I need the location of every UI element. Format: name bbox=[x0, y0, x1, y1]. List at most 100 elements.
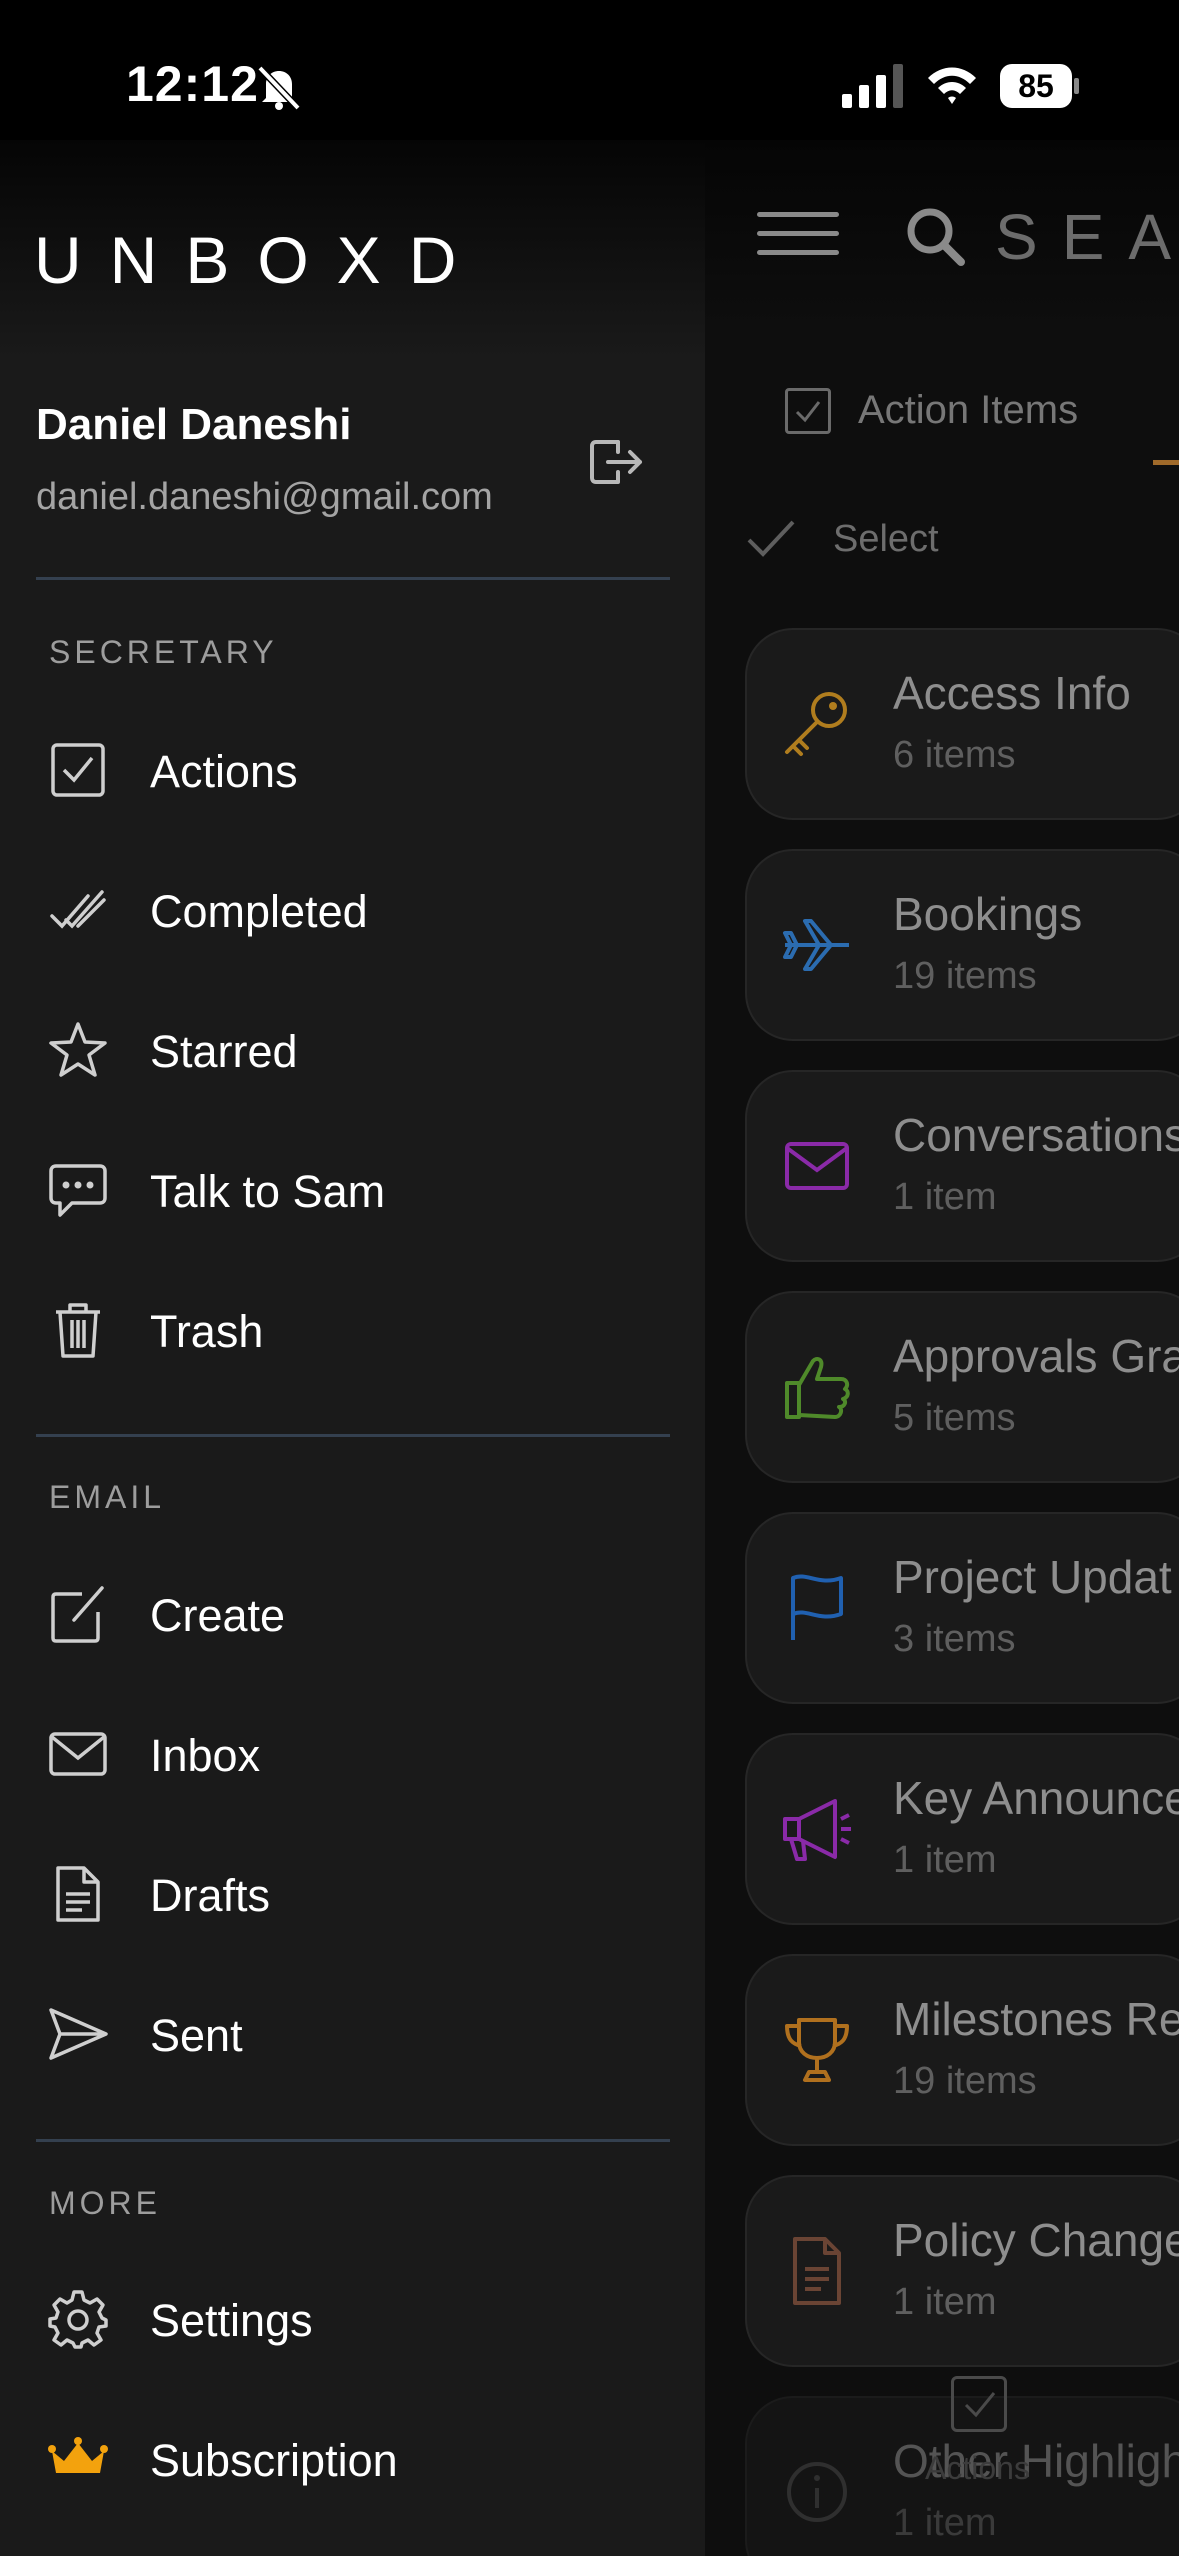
star-icon bbox=[49, 1022, 107, 1077]
category-card[interactable]: Key Announce 1 item bbox=[745, 1733, 1179, 1925]
status-time: 12:12 bbox=[126, 56, 259, 112]
trash-icon bbox=[56, 1303, 100, 1358]
nav-item-label: Create bbox=[150, 1590, 286, 1641]
nav-item-label: Trash bbox=[150, 1306, 264, 1357]
nav-item-label: Talk to Sam bbox=[150, 1166, 386, 1217]
checkbox-icon bbox=[951, 2376, 1007, 2432]
category-card[interactable]: Conversations 1 item bbox=[745, 1070, 1179, 1262]
search-input[interactable]: SEA bbox=[995, 200, 1179, 274]
nav-item-starred[interactable]: Starred bbox=[0, 990, 705, 1110]
divider bbox=[36, 2139, 670, 2142]
divider bbox=[36, 577, 670, 580]
info-icon bbox=[787, 2462, 847, 2522]
flag-icon bbox=[791, 1574, 843, 1640]
cellular-signal-icon bbox=[842, 64, 903, 108]
nav-item-talk-to-sam[interactable]: Talk to Sam bbox=[0, 1130, 705, 1250]
nav-item-label: Completed bbox=[150, 886, 368, 937]
key-icon bbox=[785, 692, 847, 756]
card-count: 19 items bbox=[893, 2060, 1037, 2102]
main-content: SEA Action Items Select Access Info 6 it… bbox=[705, 0, 1179, 2556]
card-count: 5 items bbox=[893, 1397, 1016, 1439]
search-icon[interactable] bbox=[905, 206, 967, 268]
card-count: 1 item bbox=[893, 2502, 997, 2544]
tab-underline bbox=[1153, 460, 1179, 465]
nav-item-drafts[interactable]: Drafts bbox=[0, 1834, 705, 1954]
nav-item-label: Sent bbox=[150, 2010, 243, 2061]
divider bbox=[36, 1434, 670, 1437]
nav-item-label: Subscription bbox=[150, 2435, 398, 2486]
navigation-drawer: UNBOXD Daniel Daneshi daniel.daneshi@gma… bbox=[0, 0, 705, 2556]
crown-icon bbox=[48, 2437, 108, 2473]
envelope-icon bbox=[785, 1142, 849, 1190]
card-title: Approvals Gra bbox=[893, 1330, 1179, 1382]
nav-item-sent[interactable]: Sent bbox=[0, 1974, 705, 2094]
nav-item-settings[interactable]: Settings bbox=[0, 2259, 705, 2379]
bottom-nav-actions[interactable]: Actions bbox=[905, 2370, 1105, 2490]
airplane-icon bbox=[783, 919, 849, 971]
envelope-icon bbox=[49, 1732, 107, 1776]
send-icon bbox=[49, 2008, 108, 2060]
main-header: SEA bbox=[705, 140, 1179, 330]
document-icon bbox=[56, 1866, 100, 1922]
category-card[interactable]: Access Info 6 items bbox=[745, 628, 1179, 820]
card-count: 1 item bbox=[893, 1176, 997, 1218]
card-title: Key Announce bbox=[893, 1772, 1179, 1824]
checkbox-icon bbox=[785, 388, 831, 434]
section-label-more: MORE bbox=[49, 2185, 161, 2221]
user-email: daniel.daneshi@gmail.com bbox=[36, 476, 493, 518]
menu-icon[interactable] bbox=[757, 212, 839, 262]
compose-icon bbox=[51, 1586, 104, 1643]
card-count: 1 item bbox=[893, 1839, 997, 1881]
card-count: 3 items bbox=[893, 1618, 1016, 1660]
nav-item-inbox[interactable]: Inbox bbox=[0, 1694, 705, 1814]
checkmark-icon bbox=[747, 520, 795, 557]
document-icon bbox=[793, 2237, 841, 2305]
wifi-icon bbox=[928, 67, 976, 104]
megaphone-icon bbox=[783, 1799, 851, 1861]
card-count: 6 items bbox=[893, 734, 1016, 776]
card-count: 19 items bbox=[893, 955, 1037, 997]
card-title: Project Updat bbox=[893, 1551, 1172, 1603]
battery-level: 85 bbox=[1000, 64, 1072, 108]
category-card[interactable]: Policy Change 1 item bbox=[745, 2175, 1179, 2367]
nav-item-completed[interactable]: Completed bbox=[0, 850, 705, 970]
card-title: Policy Change bbox=[893, 2214, 1179, 2266]
chat-bubble-icon bbox=[49, 1164, 107, 1217]
nav-item-trash[interactable]: Trash bbox=[0, 1270, 705, 1390]
tab-label: Action Items bbox=[858, 388, 1079, 432]
card-title: Conversations bbox=[893, 1109, 1179, 1161]
nav-item-create[interactable]: Create bbox=[0, 1554, 705, 1674]
battery-indicator: 85 bbox=[1000, 64, 1080, 108]
card-count: 1 item bbox=[893, 2281, 997, 2323]
nav-item-subscription[interactable]: Subscription bbox=[0, 2399, 705, 2519]
card-title: Milestones Re bbox=[893, 1993, 1179, 2045]
nav-item-label: Actions bbox=[150, 746, 298, 797]
section-label-secretary: SECRETARY bbox=[49, 634, 278, 670]
bell-muted-icon bbox=[257, 65, 301, 111]
nav-item-label: Drafts bbox=[150, 1870, 271, 1921]
category-card[interactable]: Milestones Re 19 items bbox=[745, 1954, 1179, 2146]
section-label-email: EMAIL bbox=[49, 1479, 166, 1515]
gear-icon bbox=[48, 2290, 108, 2349]
status-bar: 12:12 85 bbox=[0, 0, 1179, 140]
app-logo: UNBOXD bbox=[34, 223, 485, 297]
battery-nub bbox=[1074, 78, 1079, 94]
card-title: Bookings bbox=[893, 888, 1083, 940]
nav-item-label: Inbox bbox=[150, 1730, 261, 1781]
card-title: Access Info bbox=[893, 667, 1131, 719]
tab-action-items[interactable]: Action Items bbox=[705, 370, 1179, 470]
select-label: Select bbox=[833, 518, 939, 560]
nav-item-label: Settings bbox=[150, 2295, 313, 2346]
checkbox-icon bbox=[51, 743, 105, 797]
category-card[interactable]: Bookings 19 items bbox=[745, 849, 1179, 1041]
trophy-icon bbox=[785, 2018, 849, 2082]
nav-item-label: Starred bbox=[150, 1026, 298, 1077]
logout-icon[interactable] bbox=[588, 436, 644, 488]
category-card[interactable]: Project Updat 3 items bbox=[745, 1512, 1179, 1704]
bottom-nav-label: Actions bbox=[925, 2450, 1030, 2486]
thumbs-up-icon bbox=[785, 1357, 850, 1419]
category-card[interactable]: Approvals Gra 5 items bbox=[745, 1291, 1179, 1483]
nav-item-actions[interactable]: Actions bbox=[0, 710, 705, 830]
double-check-icon bbox=[50, 890, 106, 929]
user-name: Daniel Daneshi bbox=[36, 400, 352, 449]
